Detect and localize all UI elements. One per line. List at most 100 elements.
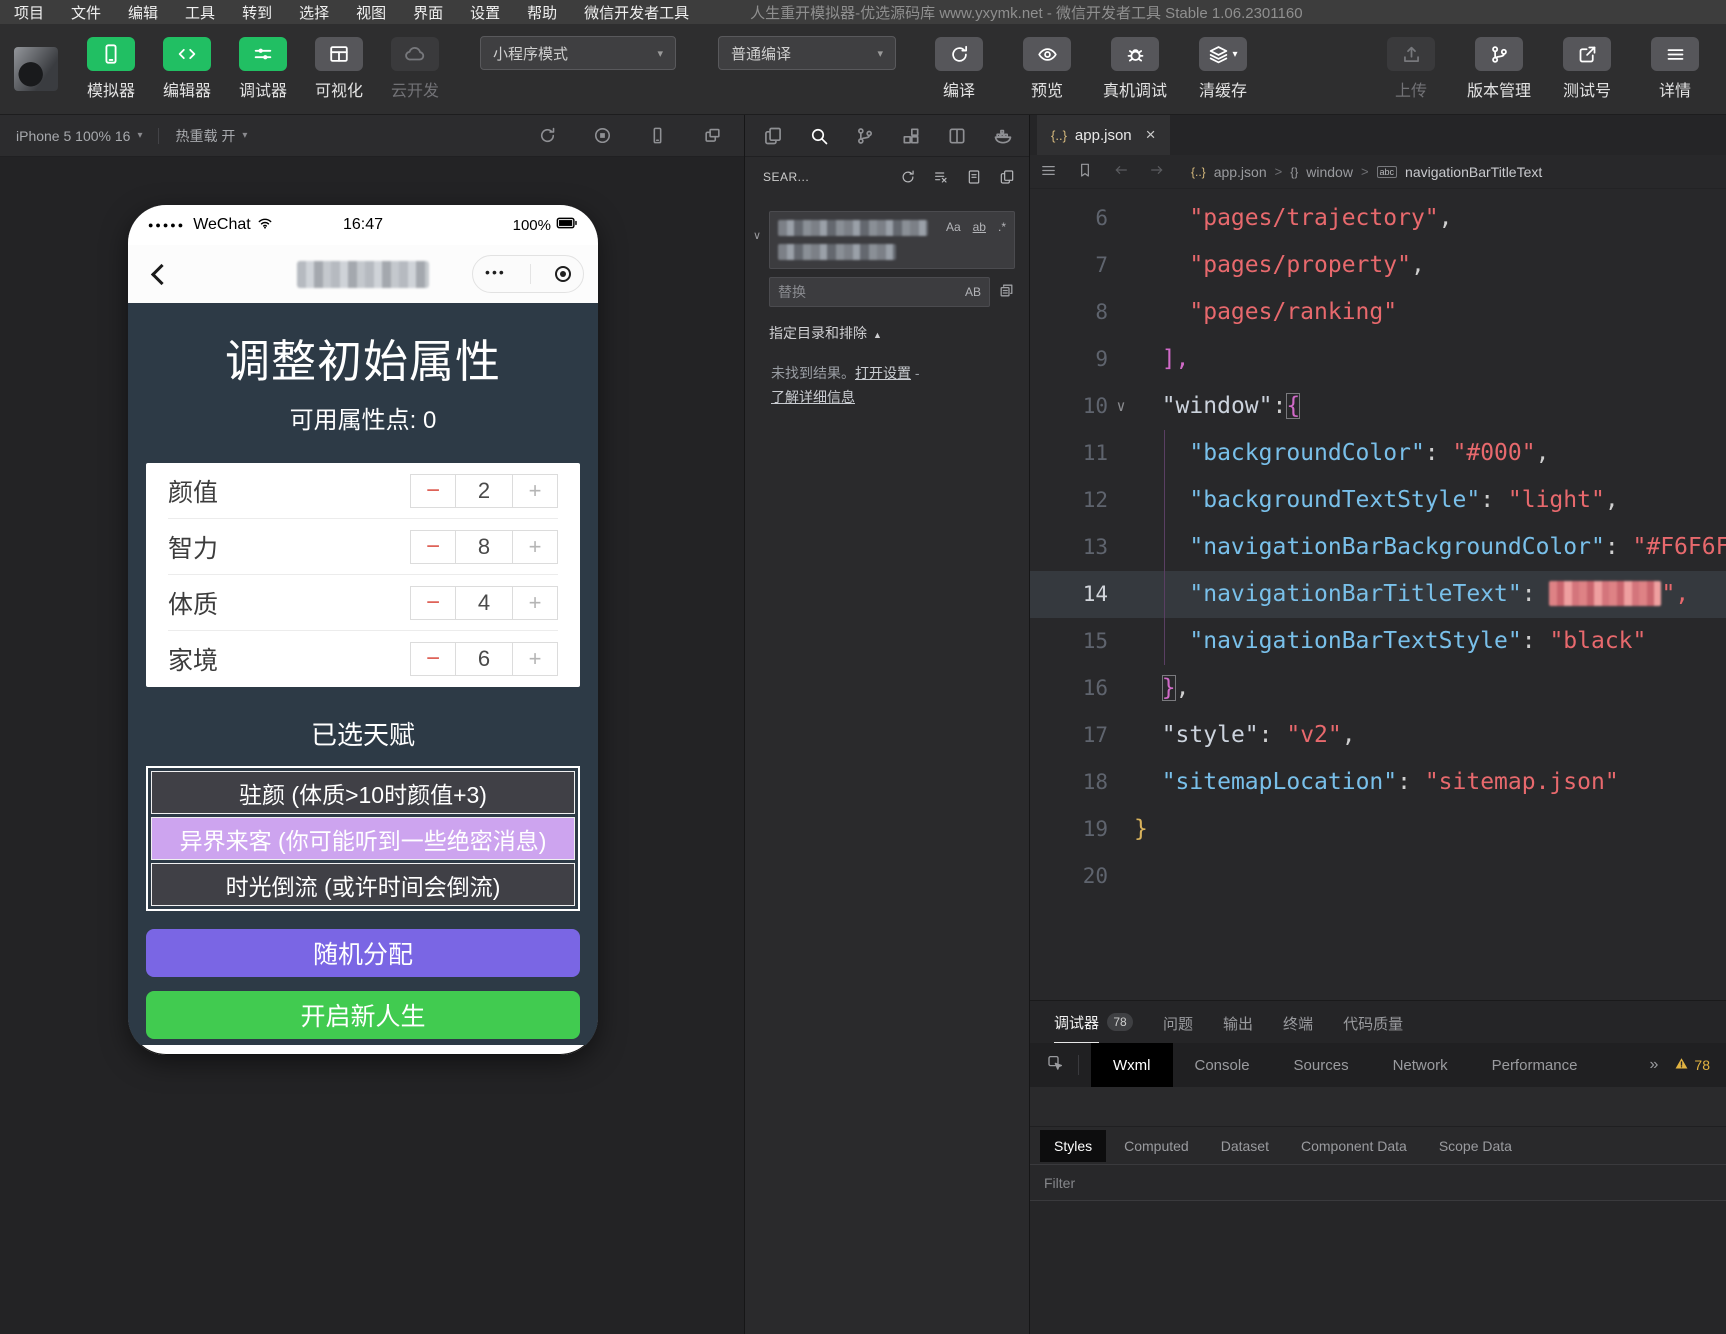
code-line-11[interactable]: 11 "backgroundColor": "#000", — [1030, 430, 1726, 477]
tool-上传[interactable]: 上传 — [1378, 37, 1444, 101]
devtools-tab-Console[interactable]: Console — [1173, 1043, 1272, 1087]
increase-button[interactable]: + — [512, 474, 558, 508]
outline-list-icon[interactable] — [1040, 162, 1057, 182]
tool-详情[interactable]: 详情 — [1642, 37, 1708, 101]
code-line-9[interactable]: 9 ], — [1030, 336, 1726, 383]
mode-select[interactable]: 小程序模式 ▾ — [480, 36, 676, 70]
debugger-tab-输出[interactable]: 输出 — [1223, 1001, 1253, 1043]
decrease-button[interactable]: − — [410, 586, 456, 620]
menu-item[interactable]: 项目 — [14, 2, 44, 23]
open-settings-link[interactable]: 打开设置 — [855, 365, 911, 381]
increase-button[interactable]: + — [512, 530, 558, 564]
debugger-tab-代码质量[interactable]: 代码质量 — [1343, 1001, 1403, 1043]
code-line-14[interactable]: 14 "navigationBarTitleText": ", — [1030, 571, 1726, 618]
clear-list-icon[interactable] — [933, 169, 949, 185]
tool-预览[interactable]: 预览 — [1014, 37, 1080, 101]
talent-item[interactable]: 异界来客 (你可能听到一些绝密消息) — [151, 817, 575, 860]
inspect-element-icon[interactable] — [1046, 1054, 1064, 1076]
blocks-icon[interactable] — [901, 126, 921, 146]
code-line-17[interactable]: 17 "style": "v2", — [1030, 712, 1726, 759]
toggle-replace-chevron-icon[interactable]: ∨ — [753, 229, 769, 242]
code-line-6[interactable]: 6 "pages/trajectory", — [1030, 195, 1726, 242]
menu-item[interactable]: 设置 — [470, 2, 500, 23]
avatar[interactable] — [14, 47, 58, 91]
new-search-editor-icon[interactable] — [966, 169, 982, 185]
debugger-tab-问题[interactable]: 问题 — [1163, 1001, 1193, 1043]
hot-reload-toggle[interactable]: 热重载 开 ▾ — [175, 126, 247, 146]
match-case-toggle[interactable]: Aa — [944, 219, 963, 235]
start-life-button[interactable]: 开启新人生 — [146, 991, 580, 1039]
debugger-tab-调试器[interactable]: 调试器78 — [1054, 1001, 1133, 1043]
code-line-10[interactable]: 10∨ "window":{ — [1030, 383, 1726, 430]
guide-icon[interactable] — [947, 126, 967, 146]
tab-app-json[interactable]: {..} app.json × — [1037, 115, 1170, 155]
menu-item[interactable]: 帮助 — [527, 2, 557, 23]
bookmark-icon[interactable] — [1077, 162, 1093, 181]
more-dots-icon[interactable]: ••• — [485, 264, 506, 284]
decrease-button[interactable]: − — [410, 474, 456, 508]
whole-word-toggle[interactable]: ab — [971, 219, 988, 235]
inspect-icon[interactable] — [1046, 1054, 1064, 1072]
subtab-Dataset[interactable]: Dataset — [1207, 1130, 1283, 1162]
breadcrumb-item[interactable]: app.json — [1214, 164, 1267, 180]
fold-chevron-icon[interactable]: ∨ — [1108, 383, 1134, 430]
code-editor[interactable]: 6 "pages/trajectory",7 "pages/property",… — [1030, 189, 1726, 1000]
preserve-case-toggle[interactable]: AB — [965, 285, 981, 299]
replace-input[interactable]: 替换 AB — [769, 277, 990, 307]
code-line-12[interactable]: 12 "backgroundTextStyle": "light", — [1030, 477, 1726, 524]
back-icon[interactable] — [151, 263, 172, 284]
tool-可视化[interactable]: 可视化 — [306, 37, 372, 101]
bookmark-icon[interactable] — [1077, 162, 1093, 178]
devtools-tab-Performance[interactable]: Performance — [1470, 1043, 1600, 1087]
code-line-20[interactable]: 20 — [1030, 853, 1726, 900]
regex-toggle[interactable]: .* — [996, 219, 1008, 235]
warning-counter[interactable]: 78 — [1674, 1056, 1710, 1074]
outline-list-icon[interactable] — [1040, 162, 1057, 179]
search-input[interactable]: Aa ab .* — [769, 211, 1015, 269]
subtab-Styles[interactable]: Styles — [1040, 1130, 1106, 1162]
arrow-left-icon[interactable] — [1113, 162, 1129, 181]
arrow-right-icon[interactable] — [1149, 162, 1165, 178]
stop-icon[interactable] — [593, 126, 612, 145]
replace-all-icon[interactable] — [998, 282, 1015, 299]
tool-编辑器[interactable]: 编辑器 — [154, 37, 220, 101]
refresh-icon[interactable] — [900, 169, 916, 185]
debugger-tab-终端[interactable]: 终端 — [1283, 1001, 1313, 1043]
menu-item[interactable]: 选择 — [299, 2, 329, 23]
talent-item[interactable]: 驻颜 (体质>10时颜值+3) — [151, 771, 575, 814]
tool-调试器[interactable]: 调试器 — [230, 37, 296, 101]
code-line-16[interactable]: 16 }, — [1030, 665, 1726, 712]
devtools-tab-Wxml[interactable]: Wxml — [1091, 1043, 1173, 1087]
compile-select[interactable]: 普通编译 ▾ — [718, 36, 896, 70]
tool-模拟器[interactable]: 模拟器 — [78, 37, 144, 101]
code-line-15[interactable]: 15 "navigationBarTextStyle": "black" — [1030, 618, 1726, 665]
tool-测试号[interactable]: 测试号 — [1554, 37, 1620, 101]
windows-icon[interactable] — [703, 126, 722, 145]
subtab-Component-Data[interactable]: Component Data — [1287, 1130, 1421, 1162]
menu-item[interactable]: 微信开发者工具 — [584, 2, 689, 23]
tool-云开发[interactable]: 云开发 — [382, 37, 448, 101]
close-icon[interactable]: × — [1146, 125, 1156, 145]
code-line-8[interactable]: 8 "pages/ranking" — [1030, 289, 1726, 336]
tool-清缓存[interactable]: ▾清缓存 — [1190, 37, 1256, 101]
docker-icon[interactable] — [993, 126, 1013, 146]
files-icon[interactable] — [763, 126, 783, 146]
breadcrumb-item[interactable]: window — [1306, 164, 1353, 180]
menu-item[interactable]: 编辑 — [128, 2, 158, 23]
arrow-left-icon[interactable] — [1113, 162, 1129, 178]
arrow-right-icon[interactable] — [1149, 162, 1165, 181]
collapse-icon[interactable] — [999, 169, 1015, 185]
code-line-7[interactable]: 7 "pages/property", — [1030, 242, 1726, 289]
device-selector[interactable]: iPhone 5 100% 16 ▾ — [16, 128, 142, 144]
tool-版本管理[interactable]: 版本管理 — [1466, 37, 1532, 101]
devtools-tab-Network[interactable]: Network — [1371, 1043, 1470, 1087]
code-line-19[interactable]: 19} — [1030, 806, 1726, 853]
menu-item[interactable]: 转到 — [242, 2, 272, 23]
menu-item[interactable]: 界面 — [413, 2, 443, 23]
talent-item[interactable]: 时光倒流 (或许时间会倒流) — [151, 863, 575, 906]
subtab-Computed[interactable]: Computed — [1110, 1130, 1203, 1162]
subtab-Scope-Data[interactable]: Scope Data — [1425, 1130, 1526, 1162]
styles-filter-input[interactable]: Filter — [1030, 1165, 1726, 1201]
target-icon[interactable] — [555, 266, 571, 282]
branch-icon[interactable] — [855, 126, 875, 146]
